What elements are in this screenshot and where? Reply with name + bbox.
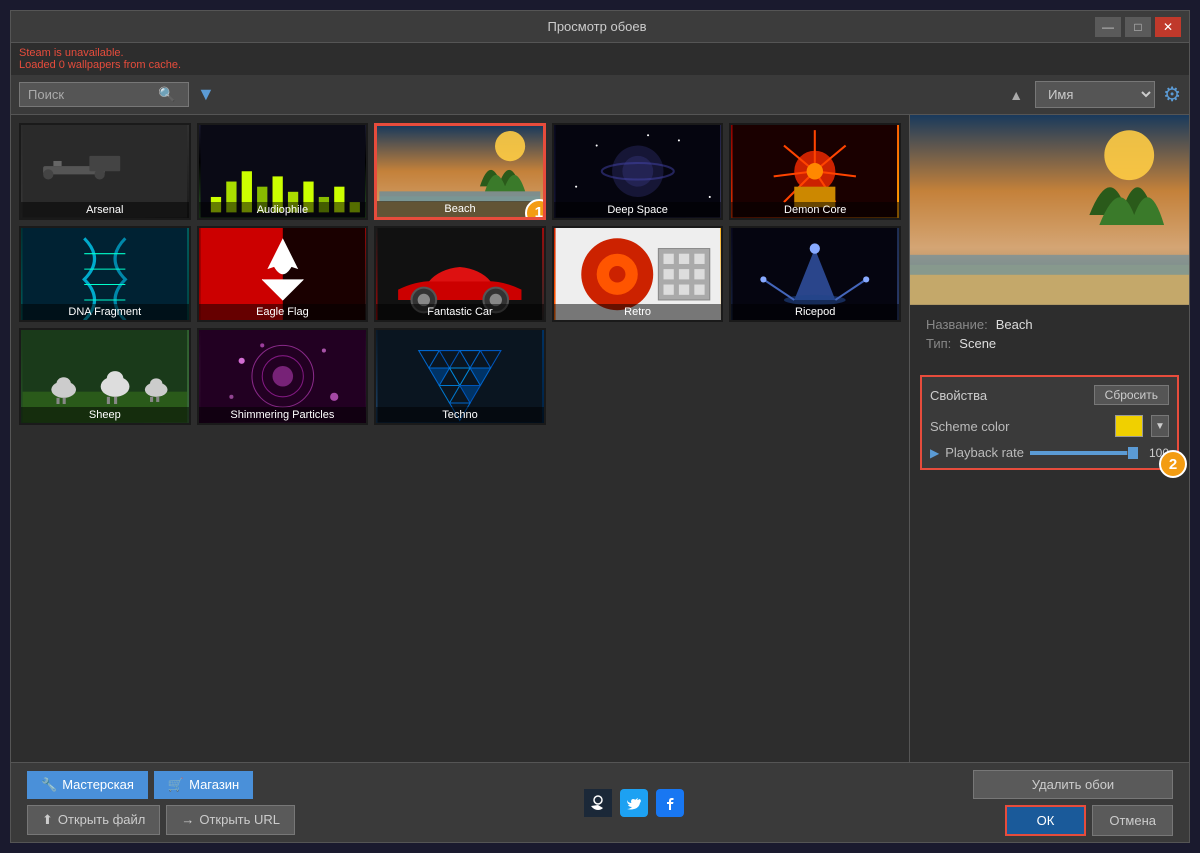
delete-button[interactable]: Удалить обои — [973, 770, 1173, 799]
scheme-color-row: Scheme color ▼ — [930, 415, 1169, 437]
wallpaper-audiophile[interactable]: Audiophile — [197, 123, 369, 220]
error-bar: Steam is unavailable. Loaded 0 wallpaper… — [11, 43, 1189, 75]
search-icon: 🔍 — [158, 86, 175, 103]
gallery-grid: Arsenal — [19, 123, 901, 425]
bottom-row-1: 🔧 Мастерская 🛒 Магазин — [27, 771, 295, 799]
wallpaper-label-arsenal: Arsenal — [21, 202, 189, 218]
color-swatch[interactable] — [1115, 415, 1143, 437]
settings-button[interactable]: ⚙ — [1163, 82, 1181, 107]
minimize-button[interactable]: — — [1095, 17, 1121, 37]
twitter-icon[interactable] — [620, 789, 648, 817]
error-line2: Loaded 0 wallpapers from cache. — [19, 59, 1181, 71]
wallpaper-ricepod[interactable]: Ricepod — [729, 226, 901, 323]
wallpaper-beach[interactable]: Beach 1 — [374, 123, 546, 220]
bottom-bar: 🔧 Мастерская 🛒 Магазин ⬆ Открыть файл → … — [11, 762, 1189, 842]
wallpaper-retro[interactable]: Retro — [552, 226, 724, 323]
wallpaper-demoncore[interactable]: Demon Core — [729, 123, 901, 220]
scheme-color-label: Scheme color — [930, 419, 1107, 434]
open-file-label: Открыть файл — [58, 812, 145, 827]
bottom-left-buttons: 🔧 Мастерская 🛒 Магазин ⬆ Открыть файл → … — [27, 771, 295, 835]
wallpaper-label-dnafragment: DNA Fragment — [21, 304, 189, 320]
content-area: Arsenal — [11, 115, 1189, 762]
wallpaper-techno[interactable]: Techno — [374, 328, 546, 425]
upload-icon: ⬆ — [42, 812, 53, 828]
preview-info: Название: Beach Тип: Scene — [910, 305, 1189, 367]
search-box: 🔍 — [19, 82, 189, 107]
ok-cancel-row: ОК Отмена — [1005, 805, 1173, 836]
wallpaper-dnafragment[interactable]: DNA Fragment — [19, 226, 191, 323]
bottom-row-2: ⬆ Открыть файл → Открыть URL — [27, 805, 295, 835]
wallpaper-label-demoncore: Demon Core — [731, 202, 899, 218]
properties-box: Свойства Сбросить Scheme color ▼ ▶ Playb… — [920, 375, 1179, 470]
open-url-label: Открыть URL — [199, 812, 280, 827]
color-dropdown-arrow[interactable]: ▼ — [1151, 415, 1169, 437]
type-value: Scene — [959, 336, 996, 351]
sort-arrow-icon: ▲ — [1009, 87, 1023, 103]
playback-row: ▶ Playback rate 100 — [930, 445, 1169, 460]
main-window: Просмотр обоев — □ ✕ Steam is unavailabl… — [10, 10, 1190, 843]
cancel-button[interactable]: Отмена — [1092, 805, 1173, 836]
wallpaper-shimmering[interactable]: Shimmering Particles — [197, 328, 369, 425]
error-line1: Steam is unavailable. — [19, 47, 1181, 59]
annotation-badge-2: 2 — [1159, 450, 1187, 478]
wallpaper-label-ricepod: Ricepod — [731, 304, 899, 320]
wallpaper-arsenal[interactable]: Arsenal — [19, 123, 191, 220]
social-icons — [303, 789, 965, 817]
open-file-button[interactable]: ⬆ Открыть файл — [27, 805, 160, 835]
titlebar: Просмотр обоев — □ ✕ — [11, 11, 1189, 43]
wallpaper-label-eagleflag: Eagle Flag — [199, 304, 367, 320]
wallpaper-sheep[interactable]: Sheep — [19, 328, 191, 425]
filter-icon[interactable]: ▼ — [197, 84, 215, 105]
steam-icon[interactable] — [584, 789, 612, 817]
maximize-button[interactable]: □ — [1125, 17, 1151, 37]
shop-button[interactable]: 🛒 Магазин — [154, 771, 253, 799]
preview-panel: Название: Beach Тип: Scene Свойства Сбро… — [909, 115, 1189, 762]
bottom-right-buttons: Удалить обои ОК Отмена — [973, 770, 1173, 836]
playback-label: Playback rate — [945, 445, 1024, 460]
search-input[interactable] — [28, 87, 158, 102]
wallpaper-label-audiophile: Audiophile — [199, 202, 367, 218]
wallpaper-label-deepspace: Deep Space — [554, 202, 722, 218]
preview-type-row: Тип: Scene — [926, 336, 1173, 351]
wallpaper-label-sheep: Sheep — [21, 407, 189, 423]
wallpaper-label-shimmering: Shimmering Particles — [199, 407, 367, 423]
name-label: Название: — [926, 317, 988, 332]
ok-button[interactable]: ОК — [1005, 805, 1087, 836]
cart-icon: 🛒 — [168, 777, 184, 793]
type-label: Тип: — [926, 336, 951, 351]
wallpaper-deepspace[interactable]: Deep Space — [552, 123, 724, 220]
workshop-button[interactable]: 🔧 Мастерская — [27, 771, 148, 799]
shop-label: Магазин — [189, 777, 239, 792]
window-title: Просмотр обоев — [99, 19, 1095, 34]
toolbar: 🔍 ▼ ▲ Имя ⚙ — [11, 75, 1189, 115]
reset-button[interactable]: Сбросить — [1094, 385, 1169, 405]
facebook-icon[interactable] — [656, 789, 684, 817]
sort-dropdown[interactable]: Имя — [1035, 81, 1155, 108]
wallpaper-eagleflag[interactable]: Eagle Flag — [197, 226, 369, 323]
wallpaper-label-beach: Beach — [377, 201, 543, 217]
wrench-icon: 🔧 — [41, 777, 57, 793]
open-url-button[interactable]: → Открыть URL — [166, 805, 295, 835]
close-button[interactable]: ✕ — [1155, 17, 1181, 37]
properties-title: Свойства — [930, 388, 987, 403]
wallpaper-label-fantasticcar: Fantastic Car — [376, 304, 544, 320]
arrow-icon: → — [181, 812, 194, 827]
workshop-label: Мастерская — [62, 777, 134, 792]
play-arrow-icon[interactable]: ▶ — [930, 446, 939, 460]
gallery-area: Arsenal — [11, 115, 909, 762]
wallpaper-fantasticcar[interactable]: Fantastic Car — [374, 226, 546, 323]
properties-header: Свойства Сбросить — [930, 385, 1169, 405]
titlebar-controls: — □ ✕ — [1095, 17, 1181, 37]
name-value: Beach — [996, 317, 1033, 332]
preview-image — [910, 115, 1189, 305]
wallpaper-label-techno: Techno — [376, 407, 544, 423]
playback-slider[interactable] — [1030, 451, 1138, 455]
wallpaper-label-retro: Retro — [554, 304, 722, 320]
preview-name-row: Название: Beach — [926, 317, 1173, 332]
